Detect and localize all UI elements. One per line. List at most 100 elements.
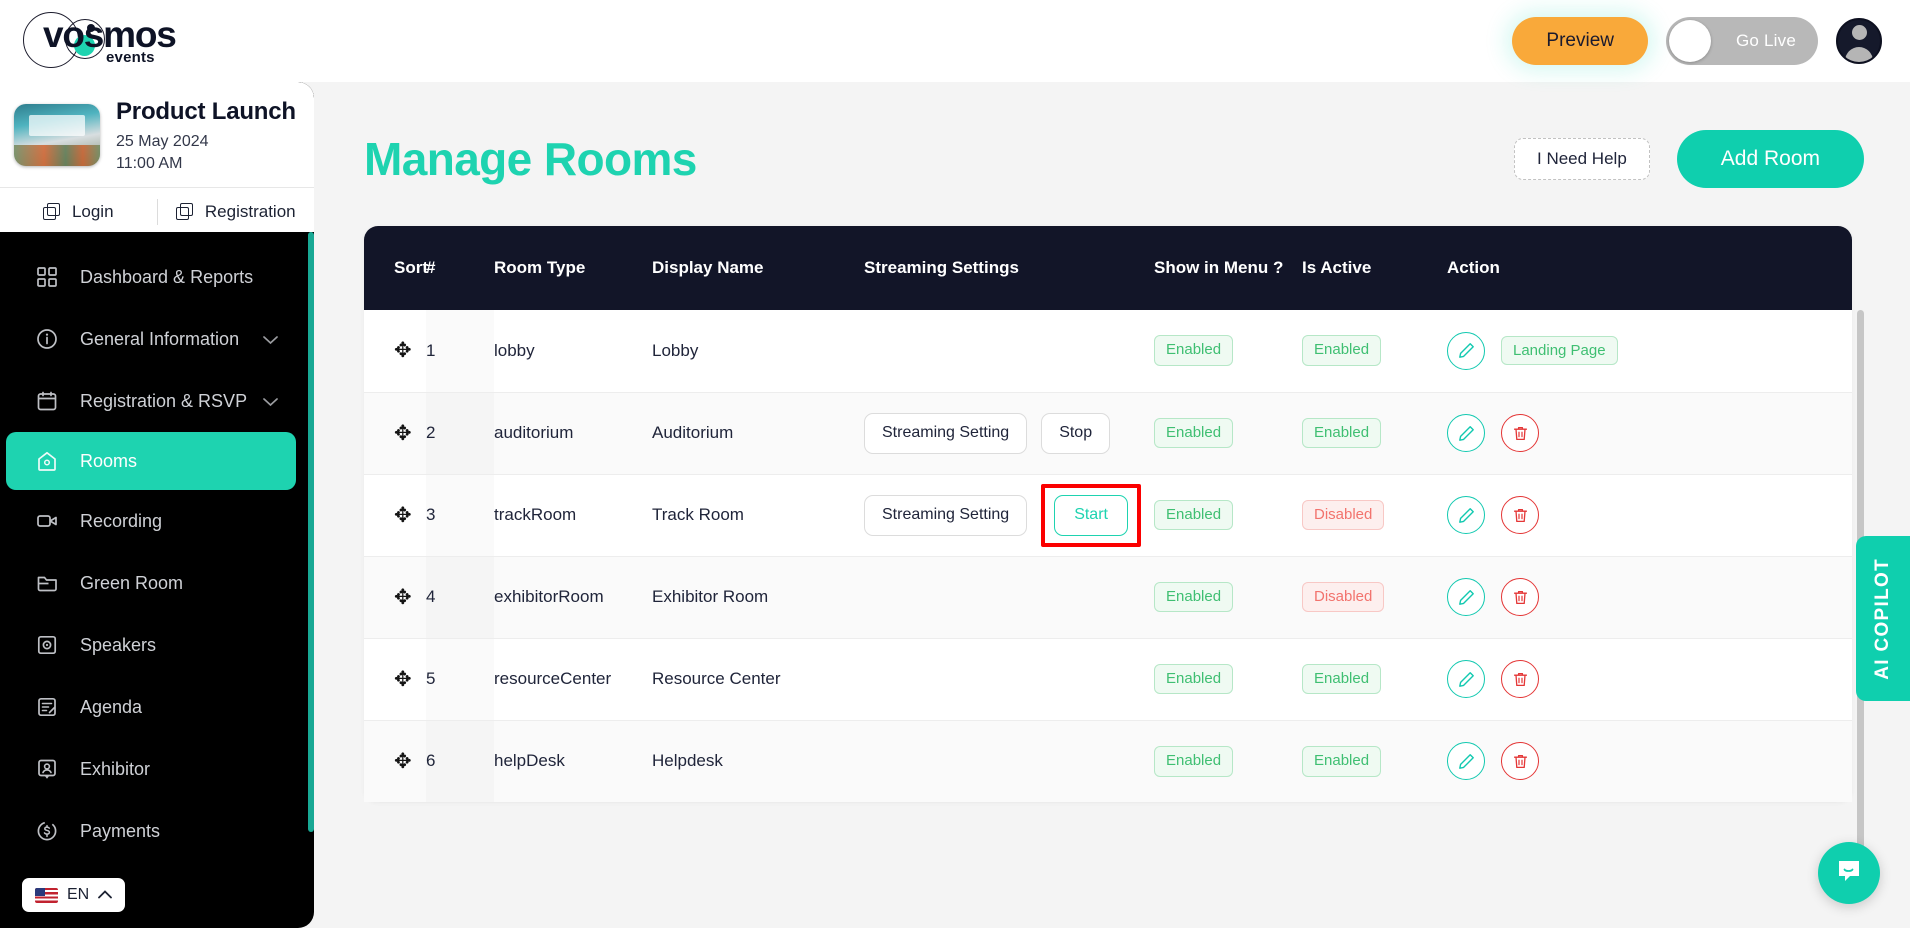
info-icon <box>36 328 58 350</box>
drag-handle-icon[interactable]: ✥ <box>394 504 412 527</box>
table-row: ✥ 5 resourceCenter Resource Center Enabled En… <box>364 638 1852 721</box>
cell-action <box>1447 474 1852 557</box>
table-row: ✥ 2 auditorium Auditorium Streaming Setting S… <box>364 392 1852 475</box>
streaming-setting-button[interactable]: Streaming Setting <box>864 412 1028 454</box>
sidebar-item-green-room[interactable]: Green Room <box>0 552 314 614</box>
ai-copilot-tab[interactable]: AI COPILOT <box>1856 536 1910 701</box>
cell-action <box>1447 392 1852 475</box>
i-need-help-button[interactable]: I Need Help <box>1514 138 1650 180</box>
exhibitor-icon <box>36 758 58 780</box>
sidebar-item-agenda[interactable]: Agenda <box>0 676 314 738</box>
sidebar: Product Launch 25 May 2024 11:00 AM Logi… <box>0 82 314 928</box>
drag-handle-icon[interactable]: ✥ <box>394 586 412 609</box>
status-badge: Enabled <box>1154 581 1234 613</box>
sidebar-item-label: Registration & RSVP <box>80 390 248 411</box>
copy-icon <box>175 203 193 220</box>
event-links: Login Registration <box>0 187 314 235</box>
sidebar-item-label: Payments <box>80 820 161 841</box>
cell-is-active: Enabled <box>1302 310 1447 393</box>
cell-display-name: Resource Center <box>652 638 864 721</box>
delete-button[interactable] <box>1501 660 1539 698</box>
status-badge: Disabled <box>1302 581 1385 613</box>
streaming-controls: Streaming Setting Stop <box>864 412 1154 454</box>
go-live-toggle[interactable]: Go Live <box>1666 17 1818 65</box>
cell-room-type: auditorium <box>494 392 652 475</box>
sidebar-item-rooms[interactable]: Rooms <box>6 432 296 490</box>
event-login-link[interactable]: Login <box>0 188 157 235</box>
streaming-setting-button[interactable]: Streaming Setting <box>864 494 1028 536</box>
row-actions <box>1447 496 1852 534</box>
status-badge: Enabled <box>1302 335 1382 367</box>
delete-button[interactable] <box>1501 578 1539 616</box>
chevron-down-icon[interactable] <box>263 391 278 412</box>
drag-handle-icon[interactable]: ✥ <box>394 750 412 773</box>
chevron-down-icon[interactable] <box>263 329 278 350</box>
table-row: ✥ 1 lobby Lobby Enabled Enabled Landing Page <box>364 310 1852 393</box>
sidebar-item-label: Recording <box>80 510 163 531</box>
delete-button[interactable] <box>1501 496 1539 534</box>
drag-handle-icon[interactable]: ✥ <box>394 422 412 445</box>
edit-button[interactable] <box>1447 660 1485 698</box>
sidebar-item-recording[interactable]: Recording <box>0 490 314 552</box>
sidebar-item-general-information[interactable]: General Information <box>0 308 314 370</box>
cell-is-active: Enabled <box>1302 638 1447 721</box>
sidebar-item-label: Exhibitor <box>80 758 151 779</box>
stop-stream-button[interactable]: Stop <box>1041 412 1111 454</box>
cell-index: 2 <box>426 392 494 475</box>
cell-action <box>1447 720 1852 802</box>
status-badge: Enabled <box>1154 335 1234 367</box>
cell-sort: ✥ <box>364 556 426 639</box>
cell-index: 5 <box>426 638 494 721</box>
row-actions <box>1447 414 1852 452</box>
video-icon <box>36 510 58 532</box>
chat-launcher-button[interactable] <box>1818 842 1880 904</box>
delete-button[interactable] <box>1501 414 1539 452</box>
sidebar-item-label: Green Room <box>80 572 184 593</box>
event-thumbnail <box>14 104 100 166</box>
sidebar-item-dashboard-reports[interactable]: Dashboard & Reports <box>0 246 314 308</box>
table-body: ✥ 1 lobby Lobby Enabled Enabled Landing Page ✥ 2… <box>364 310 1852 802</box>
event-card: Product Launch 25 May 2024 11:00 AM Logi… <box>0 82 314 232</box>
cell-display-name: Helpdesk <box>652 720 864 802</box>
edit-button[interactable] <box>1447 331 1485 370</box>
col-header-is-active: Is Active <box>1302 258 1372 277</box>
cell-show-in-menu: Enabled <box>1154 556 1302 639</box>
avatar-body-icon <box>1845 47 1873 62</box>
delete-button[interactable] <box>1501 742 1539 781</box>
edit-button[interactable] <box>1447 414 1485 452</box>
edit-button[interactable] <box>1447 578 1485 616</box>
cell-streaming <box>864 720 1154 802</box>
cell-index: 1 <box>426 310 494 393</box>
sidebar-item-registration-rsvp[interactable]: Registration & RSVP <box>0 370 314 432</box>
cell-sort: ✥ <box>364 720 426 802</box>
edit-button[interactable] <box>1447 496 1485 534</box>
avatar[interactable] <box>1836 18 1882 64</box>
preview-button[interactable]: Preview <box>1512 17 1648 65</box>
add-room-button[interactable]: Add Room <box>1676 130 1864 188</box>
status-badge: Enabled <box>1154 745 1234 777</box>
edit-button[interactable] <box>1447 742 1485 781</box>
highlight-box: Start <box>1041 483 1141 547</box>
top-bar-actions: Preview Go Live <box>1512 0 1882 82</box>
main-content: Manage Rooms I Need Help Add Room Sort #… <box>314 82 1910 928</box>
sidebar-item-speakers[interactable]: Speakers <box>0 614 314 676</box>
col-header-display-name: Display Name <box>652 258 764 277</box>
cell-sort: ✥ <box>364 474 426 557</box>
cell-streaming <box>864 556 1154 639</box>
status-badge: Disabled <box>1302 499 1385 531</box>
drag-handle-icon[interactable]: ✥ <box>394 339 412 362</box>
start-stream-button[interactable]: Start <box>1054 494 1128 536</box>
agenda-icon <box>36 696 58 718</box>
sidebar-scrollbar[interactable] <box>308 232 314 832</box>
drag-handle-icon[interactable]: ✥ <box>394 668 412 691</box>
sidebar-item-payments[interactable]: Payments <box>0 800 314 862</box>
language-selector[interactable]: EN <box>22 878 126 912</box>
vosmos-logo[interactable]: vosmos events <box>18 8 248 74</box>
event-time: 11:00 AM <box>116 155 183 172</box>
table-header-row: Sort # Room Type Display Name Streaming … <box>364 226 1852 310</box>
cell-sort: ✥ <box>364 310 426 393</box>
rooms-table-container: Sort # Room Type Display Name Streaming … <box>364 226 1864 890</box>
event-registration-link[interactable]: Registration <box>158 188 315 235</box>
sidebar-item-exhibitor[interactable]: Exhibitor <box>0 738 314 800</box>
landing-page-button[interactable]: Landing Page <box>1501 336 1618 366</box>
